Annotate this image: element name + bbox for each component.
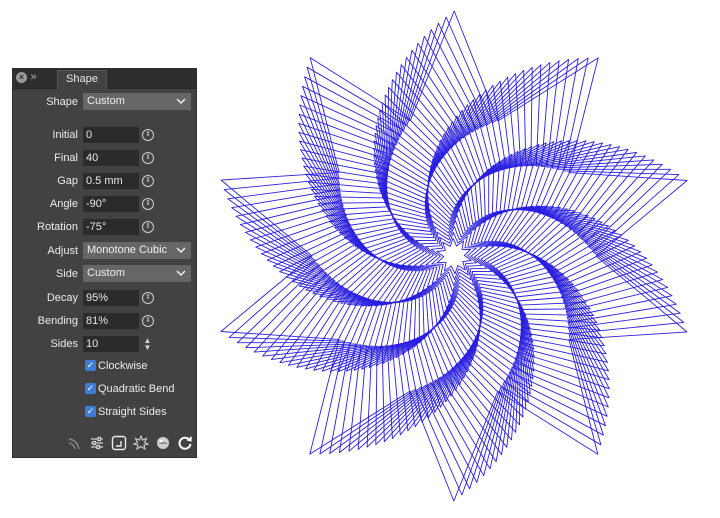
side-row: Side Custom <box>13 265 196 282</box>
gear-burst-icon[interactable] <box>133 435 149 451</box>
gap-label: Gap <box>57 175 78 187</box>
final-input[interactable]: 40 <box>83 150 139 166</box>
decay-label: Decay <box>46 292 78 304</box>
adjust-row: Adjust Monotone Cubic <box>13 242 196 259</box>
final-row: Final 40 ⇕ <box>13 150 196 166</box>
adjust-dropdown[interactable]: Monotone Cubic <box>83 242 191 259</box>
shape-row: Shape Custom <box>13 93 196 110</box>
gap-input[interactable]: 0.5 mm <box>83 173 139 189</box>
shape-dropdown[interactable]: Custom <box>83 93 191 110</box>
bending-label: Bending <box>37 315 78 327</box>
initial-label: Initial <box>52 129 78 141</box>
stepper-icon[interactable]: ⇕ <box>142 221 154 233</box>
side-dropdown-value: Custom <box>87 267 125 279</box>
panel-tab-bar: × » Shape <box>13 69 196 89</box>
rotation-input[interactable]: -75° <box>83 219 139 235</box>
star-rings <box>220 10 688 502</box>
star-ring <box>220 10 688 502</box>
sphere-icon[interactable] <box>155 435 171 451</box>
tab-shape[interactable]: Shape <box>57 70 107 89</box>
panel-footer-toolbar <box>13 431 196 451</box>
chevron-down-icon <box>176 270 186 277</box>
side-dropdown[interactable]: Custom <box>83 265 191 282</box>
close-icon[interactable]: × <box>16 72 27 83</box>
arc-icon[interactable] <box>67 435 83 451</box>
rotation-row: Rotation -75° ⇕ <box>13 219 196 235</box>
shape-panel: × » Shape Shape Custom Initial 0 ⇕ Final… <box>12 68 197 458</box>
decay-input[interactable]: 95% <box>83 290 139 306</box>
star-ring <box>279 84 629 428</box>
up-down-arrows-icon[interactable]: ▲ ▼ <box>142 337 153 352</box>
star-ring <box>371 177 537 335</box>
chevron-down-icon <box>176 98 186 105</box>
star-ring <box>377 182 531 330</box>
chevron-down-icon <box>176 247 186 254</box>
bending-input[interactable]: 81% <box>83 313 139 329</box>
spiral-star-artwork[interactable] <box>200 0 720 518</box>
quadratic-bend-label: Quadratic Bend <box>98 383 175 395</box>
stepper-icon[interactable]: ⇕ <box>142 129 154 141</box>
gap-row: Gap 0.5 mm ⇕ <box>13 173 196 189</box>
stepper-icon[interactable]: ⇕ <box>142 315 154 327</box>
initial-row: Initial 0 ⇕ <box>13 127 196 143</box>
straight-sides-label: Straight Sides <box>98 406 167 418</box>
side-label: Side <box>55 268 78 280</box>
sliders-icon[interactable] <box>89 435 105 451</box>
sides-row: Sides 10 ▲ ▼ <box>13 336 196 352</box>
checkmark-icon[interactable]: ✓ <box>85 406 96 417</box>
initial-input[interactable]: 0 <box>83 127 139 143</box>
angle-input[interactable]: -90° <box>83 196 139 212</box>
angle-row: Angle -90° ⇕ <box>13 196 196 212</box>
stepper-icon[interactable]: ⇕ <box>142 175 154 187</box>
shape-label: Shape <box>46 96 78 108</box>
star-ring <box>360 164 548 348</box>
bending-row: Bending 81% ⇕ <box>13 313 196 329</box>
stepper-icon[interactable]: ⇕ <box>142 152 154 164</box>
checkmark-icon[interactable]: ✓ <box>85 360 96 371</box>
final-label: Final <box>54 152 78 164</box>
collapse-icon[interactable]: » <box>28 72 39 83</box>
adjust-label: Adjust <box>47 245 78 257</box>
angle-label: Angle <box>49 198 78 210</box>
clockwise-label: Clockwise <box>98 360 148 372</box>
stepper-icon[interactable]: ⇕ <box>142 292 154 304</box>
refresh-icon[interactable] <box>177 435 193 451</box>
checkmark-icon[interactable]: ✓ <box>85 383 96 394</box>
corner-frame-icon[interactable] <box>111 435 127 451</box>
rotation-label: Rotation <box>37 221 78 233</box>
star-ring <box>344 145 564 367</box>
star-ring <box>329 127 579 385</box>
decay-row: Decay 95% ⇕ <box>13 290 196 306</box>
star-ring <box>239 42 669 470</box>
sides-label: Sides <box>50 338 78 350</box>
shape-dropdown-value: Custom <box>87 95 125 107</box>
adjust-dropdown-value: Monotone Cubic <box>87 244 168 256</box>
sides-input[interactable]: 10 <box>83 336 139 352</box>
stepper-icon[interactable]: ⇕ <box>142 198 154 210</box>
